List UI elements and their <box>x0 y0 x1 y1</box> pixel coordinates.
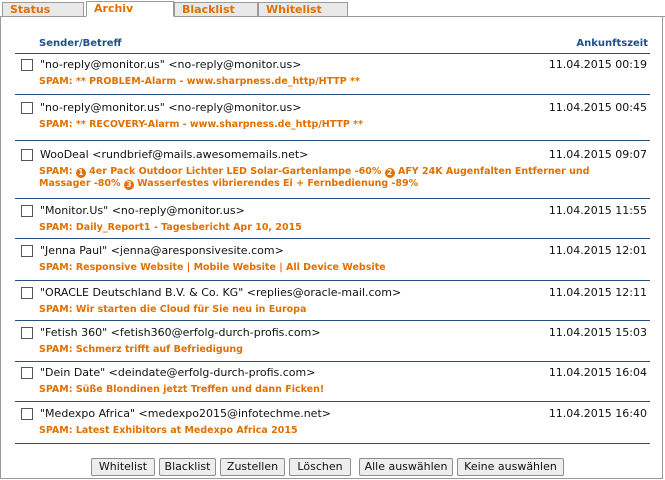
message-time: 11.04.2015 11:55 <box>548 204 647 217</box>
number-badge-2: 2 <box>384 168 395 178</box>
row-divider <box>15 238 650 239</box>
tab-blacklist[interactable]: Blacklist <box>174 2 258 16</box>
delete-button[interactable]: Löschen <box>289 458 351 476</box>
message-row: "no-reply@monitor.us" <no-reply@monitor.… <box>15 101 650 133</box>
message-row: "no-reply@monitor.us" <no-reply@monitor.… <box>15 58 650 90</box>
message-time: 11.04.2015 00:19 <box>548 58 647 71</box>
row-checkbox[interactable] <box>21 287 33 299</box>
header-divider <box>15 53 650 54</box>
message-time: 11.04.2015 15:03 <box>548 326 647 339</box>
message-time: 11.04.2015 09:07 <box>548 148 647 161</box>
message-time: 11.04.2015 16:40 <box>548 407 647 420</box>
message-sender: "ORACLE Deutschland B.V. & Co. KG" <repl… <box>40 286 402 299</box>
spam-prefix: SPAM: <box>39 166 73 177</box>
message-time: 11.04.2015 16:04 <box>548 366 647 379</box>
message-subject[interactable]: SPAM: Daily_Report1 - Tagesbericht Apr 1… <box>39 222 639 234</box>
subject-item-1: 4er Pack Outdoor Lichter LED Solar-Garte… <box>89 166 382 177</box>
message-subject[interactable]: SPAM: Schmerz trifft auf Befriedigung <box>39 344 639 356</box>
number-badge-1: 1 <box>75 168 86 178</box>
row-divider <box>15 94 650 95</box>
row-checkbox[interactable] <box>21 408 33 420</box>
message-row: "Medexpo Africa" <medexpo2015@infotechme… <box>15 407 650 439</box>
row-divider <box>15 443 650 444</box>
number-badge-3: 3 <box>123 180 134 190</box>
message-subject[interactable]: SPAM: ** RECOVERY-Alarm - www.sharpness.… <box>39 119 639 131</box>
row-divider <box>15 401 650 402</box>
message-row: "Dein Date" <deindate@erfolg-durch-profi… <box>15 366 650 398</box>
message-sender: "Jenna Paul" <jenna@aresponsivesite.com> <box>40 244 284 257</box>
row-checkbox[interactable] <box>21 327 33 339</box>
tab-whitelist[interactable]: Whitelist <box>258 2 348 16</box>
column-header-time: Ankunftszeit <box>576 38 648 49</box>
row-checkbox[interactable] <box>21 149 33 161</box>
column-header-sender: Sender/Betreff <box>39 38 122 49</box>
row-divider <box>15 361 650 362</box>
message-sender: "Fetish 360" <fetish360@erfolg-durch-pro… <box>40 326 321 339</box>
row-checkbox[interactable] <box>21 245 33 257</box>
row-divider <box>15 198 650 199</box>
subject-item-3: Wasserfestes vibrierendes Ei + Fernbedie… <box>137 178 419 189</box>
message-row: "Jenna Paul" <jenna@aresponsivesite.com>… <box>15 244 650 276</box>
row-checkbox[interactable] <box>21 205 33 217</box>
message-time: 11.04.2015 12:11 <box>548 286 647 299</box>
message-subject[interactable]: SPAM: Süße Blondinen jetzt Treffen und d… <box>39 384 639 396</box>
message-subject[interactable]: SPAM: Wir starten die Cloud für Sie neu … <box>39 304 639 316</box>
select-all-button[interactable]: Alle auswählen <box>359 458 453 476</box>
message-subject[interactable]: SPAM: ** PROBLEM-Alarm - www.sharpness.d… <box>39 76 639 88</box>
message-sender: "Medexpo Africa" <medexpo2015@infotechme… <box>40 407 331 420</box>
message-sender: WooDeal <rundbrief@mails.awesomemails.ne… <box>40 148 309 161</box>
row-checkbox[interactable] <box>21 367 33 379</box>
message-time: 11.04.2015 00:45 <box>548 101 647 114</box>
tab-bar: Status Archiv Blacklist Whitelist <box>0 0 665 17</box>
tab-archiv[interactable]: Archiv <box>86 1 174 17</box>
whitelist-button[interactable]: Whitelist <box>91 458 155 476</box>
message-subject[interactable]: SPAM: 1 4er Pack Outdoor Lichter LED Sol… <box>39 166 639 190</box>
message-time: 11.04.2015 12:01 <box>548 244 647 257</box>
message-sender: "Monitor.Us" <no-reply@monitor.us> <box>40 204 245 217</box>
message-row: "Monitor.Us" <no-reply@monitor.us> 11.04… <box>15 204 650 236</box>
message-row: "ORACLE Deutschland B.V. & Co. KG" <repl… <box>15 286 650 318</box>
row-divider <box>15 140 650 141</box>
message-subject[interactable]: SPAM: Latest Exhibitors at Medexpo Afric… <box>39 425 639 437</box>
message-sender: "no-reply@monitor.us" <no-reply@monitor.… <box>40 101 302 114</box>
blacklist-button[interactable]: Blacklist <box>159 458 216 476</box>
message-row: "Fetish 360" <fetish360@erfolg-durch-pro… <box>15 326 650 358</box>
row-divider <box>15 280 650 281</box>
row-checkbox[interactable] <box>21 102 33 114</box>
table-header: Sender/Betreff Ankunftszeit <box>15 38 650 54</box>
deliver-button[interactable]: Zustellen <box>220 458 285 476</box>
message-subject[interactable]: SPAM: Responsive Website | Mobile Websit… <box>39 262 639 274</box>
message-row: WooDeal <rundbrief@mails.awesomemails.ne… <box>15 148 650 194</box>
tab-status[interactable]: Status <box>2 2 84 16</box>
row-checkbox[interactable] <box>21 59 33 71</box>
select-none-button[interactable]: Keine auswählen <box>457 458 564 476</box>
row-divider <box>15 320 650 321</box>
message-sender: "no-reply@monitor.us" <no-reply@monitor.… <box>40 58 302 71</box>
message-sender: "Dein Date" <deindate@erfolg-durch-profi… <box>40 366 316 379</box>
